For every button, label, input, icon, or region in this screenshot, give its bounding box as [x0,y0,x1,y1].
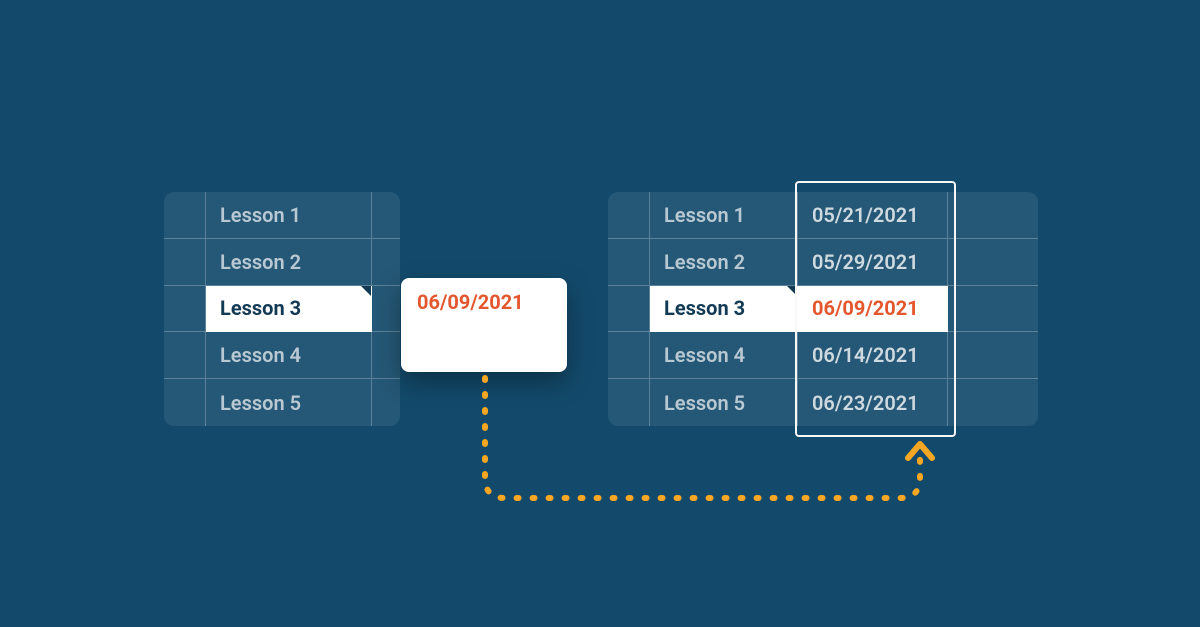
lesson-label: Lesson 4 [650,332,798,379]
lesson-label: Lesson 2 [650,239,798,286]
date-popover[interactable]: 06/09/2021 [401,278,567,372]
trailing-gutter [948,379,1038,426]
lesson-label: Lesson 5 [206,379,372,426]
row-gutter [164,239,206,286]
lesson-date[interactable]: 06/09/2021 [798,286,948,333]
row-gutter [164,192,206,239]
row-gutter [608,332,650,379]
right-spreadsheet: Lesson 1 05/21/2021 Lesson 2 05/29/2021 … [608,192,1038,426]
trailing-gutter [372,286,400,333]
trailing-gutter [948,332,1038,379]
row-gutter [164,332,206,379]
lesson-label: Lesson 1 [206,192,372,239]
lesson-date: 06/23/2021 [798,379,948,426]
lesson-label: Lesson 1 [650,192,798,239]
lesson-date: 05/21/2021 [798,192,948,239]
row-gutter [608,379,650,426]
row-gutter [164,379,206,426]
lesson-date: 06/14/2021 [798,332,948,379]
lesson-label: Lesson 2 [206,239,372,286]
popover-date: 06/09/2021 [417,290,524,314]
lesson-label[interactable]: Lesson 3 [206,286,372,333]
trailing-gutter [372,379,400,426]
left-spreadsheet: Lesson 1 Lesson 2 Lesson 3 Lesson 4 Less [164,192,400,426]
row-gutter [164,286,206,333]
lesson-label: Lesson 4 [206,332,372,379]
row-gutter [608,239,650,286]
row-gutter [608,286,650,333]
lesson-date: 05/29/2021 [798,239,948,286]
arrow-head-icon [908,444,932,458]
trailing-gutter [372,332,400,379]
lesson-label[interactable]: Lesson 3 [650,286,798,333]
trailing-gutter [948,239,1038,286]
lesson-label: Lesson 5 [650,379,798,426]
trailing-gutter [372,239,400,286]
trailing-gutter [948,286,1038,333]
trailing-gutter [948,192,1038,239]
row-gutter [608,192,650,239]
diagram-stage: Lesson 1 Lesson 2 Lesson 3 Lesson 4 Less [0,0,1200,627]
trailing-gutter [372,192,400,239]
